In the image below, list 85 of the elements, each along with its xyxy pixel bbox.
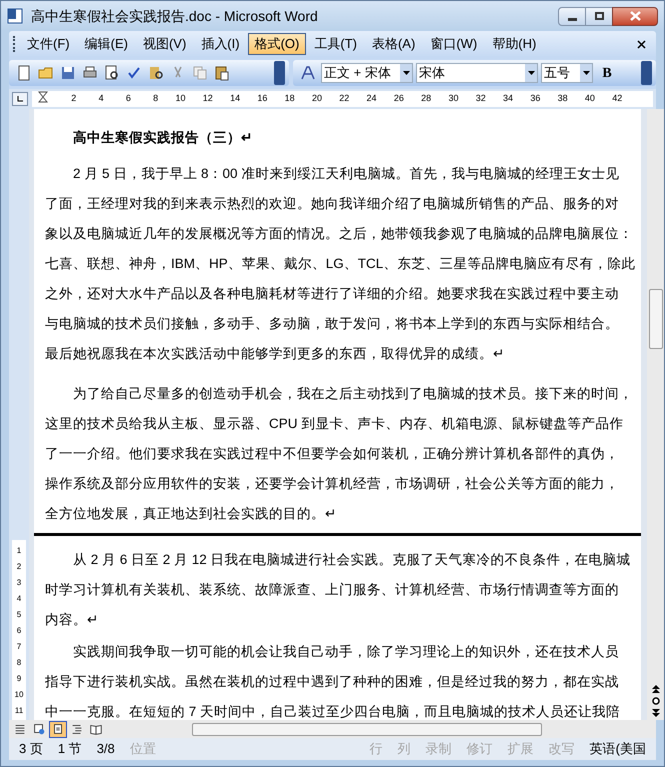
ruler-number: 11 xyxy=(14,705,24,717)
ruler-number: 2 xyxy=(16,561,22,573)
ruler-number: 42 xyxy=(611,92,624,106)
ruler-number: 36 xyxy=(529,92,542,106)
bold-button[interactable]: B xyxy=(596,63,618,83)
status-item: 列 xyxy=(396,740,412,758)
status-item: 行 xyxy=(368,740,384,758)
paragraph: 从 2 月 6 日至 2 月 12 日我在电脑城进行社会实践。克服了天气寒冷的不良条件，在电脑城 时学习计算机有关装机、装系统、故障派查、上门服务、计算机经营、市场行情调查等方面的 内容。↵ xyxy=(45,551,632,629)
status-item: 3/8 xyxy=(96,740,116,758)
ruler-number: 5 xyxy=(16,609,22,621)
ruler-number: 14 xyxy=(229,92,242,106)
ruler-number: 6 xyxy=(124,92,132,106)
ruler-number: 1 xyxy=(16,545,22,557)
close-icon[interactable] xyxy=(637,40,646,48)
status-item: 录制 xyxy=(424,740,453,758)
ruler-number: 18 xyxy=(284,92,296,106)
menu-item[interactable]: 表格(A) xyxy=(364,33,422,55)
style-dropdown[interactable]: 正文 + 宋体 xyxy=(321,63,413,83)
browse-object-icon[interactable] xyxy=(652,697,660,705)
status-item: 英语(美国 xyxy=(588,740,647,758)
web-view-icon xyxy=(32,722,46,736)
status-item: 修订 xyxy=(466,740,494,758)
ruler-number: 8 xyxy=(152,92,160,106)
ruler-number: 4 xyxy=(98,92,105,106)
window-title: 高中生寒假社会实践报告.doc - Microsoft Word xyxy=(31,6,318,26)
ruler-number: 3 xyxy=(16,577,22,589)
tab-stop-icon xyxy=(16,95,24,103)
ruler-number: 8 xyxy=(16,657,22,669)
menu-item[interactable]: 编辑(E) xyxy=(78,33,135,55)
ruler-number: 40 xyxy=(584,92,596,106)
vertical-scrollbar[interactable] xyxy=(647,109,664,720)
ruler-number: 22 xyxy=(338,92,350,106)
caret-icon xyxy=(528,71,534,75)
ruler-number: 30 xyxy=(447,92,460,106)
normal-view-icon xyxy=(13,722,27,736)
document-icon xyxy=(7,8,23,24)
tab-selector-button[interactable] xyxy=(12,92,28,106)
reading-view-icon xyxy=(89,722,103,736)
ruler-number: 6 xyxy=(16,625,22,637)
menu-item[interactable]: 格式(O) xyxy=(248,33,306,55)
minimize-button[interactable] xyxy=(558,6,586,26)
ruler-number: 2 xyxy=(70,92,78,106)
ruler-number: 34 xyxy=(502,92,514,106)
status-item: 位置 xyxy=(128,740,157,758)
ruler-number: 24 xyxy=(366,92,378,106)
menu-item[interactable]: 插入(I) xyxy=(194,33,247,55)
print-view-button[interactable] xyxy=(49,720,67,738)
paragraph: 实践期间我争取一切可能的机会让我自己动手，除了学习理论上的知识外，还在技术人员 指导下进行装机实战。虽然在装机的过程中遇到了种种的困难，但是经过我的努力，都在实战 中一一克服。在短短的 7 天时间中，自己装过至少四台电脑，而且电脑城的技术人员还让我陪 xyxy=(45,643,622,721)
ruler-number: 10 xyxy=(14,689,24,701)
ruler-number: 32 xyxy=(474,92,487,106)
ruler-number: 26 xyxy=(392,92,405,106)
status-item: 改写 xyxy=(548,740,576,758)
ruler-number: 20 xyxy=(310,92,323,106)
maximize-button[interactable] xyxy=(586,6,612,26)
ruler-number: 9 xyxy=(16,673,22,685)
caret-icon xyxy=(582,71,590,75)
ruler-number: 7 xyxy=(16,641,22,653)
ruler-number: 16 xyxy=(256,92,268,106)
ruler-number: 28 xyxy=(420,92,432,106)
status-item: 3 页 xyxy=(18,740,44,758)
menu-item[interactable]: 文件(F) xyxy=(20,33,77,55)
status-item: 1 节 xyxy=(56,740,83,758)
next-page-icon[interactable] xyxy=(652,709,660,717)
paragraph: 2 月 5 日，我于早上 8：00 准时来到绥江天利电脑城。首先，我与电脑城的经理王女士见 了面，王经理对我的到来表示热烈的欢迎。她向我详细介绍了电脑城所销售的产品、服务的对 象以及电脑城近几年的发展概况等方面的情况。之后，她带领我参观了电脑城的品牌电脑展位： 七喜、联想、神舟，IBM、HP、苹果、戴尔、LG、TCL、东芝、三星等品牌电脑应有尽有，除此 之外，还对大水牛产品以及各种电脑耗材等进行了详细的介绍。她要求我在实践过程中要主动 与电脑城的技术员们接触，多动手、多动脑，敢于发问，将书本上学到的东西与实际相结合。 最后她祝愿我在本次实践活动中能够学到更多的东西，取得优异的成绩。↵ xyxy=(45,165,636,363)
close-icon xyxy=(630,11,640,21)
ruler-number: 12 xyxy=(202,92,214,106)
paragraph: 为了给自己尽量多的创造动手机会，我在之后主动找到了电脑城的技术员。接下来的时间， 这里的技术员给我从主板、显示器、CPU 到显卡、声卡、内存、机箱电源、鼠标键盘等产品作 了一一介绍。他们要求我在实践过程中不但要学会如何装机，正确分辨计算机各部件的真伪， 操作系统及部分应用软件的安装，还要学会计算机经营，市场调研，社会公关等方面的能力， 全方位地发展，真正地达到社会实践的目的。↵ xyxy=(45,385,634,523)
previous-page-icon[interactable] xyxy=(652,685,660,693)
font-dropdown[interactable]: 宋体 xyxy=(416,63,538,83)
status-item: 扩展 xyxy=(506,740,535,758)
print-view-icon xyxy=(51,722,65,736)
menu-item[interactable]: 窗口(W) xyxy=(423,33,484,55)
close-button[interactable] xyxy=(612,6,658,26)
menu-item[interactable]: 视图(V) xyxy=(136,33,194,55)
outline-view-icon xyxy=(70,722,84,736)
document-heading: 高中生寒假实践报告（三）↵ xyxy=(72,129,254,147)
scroll-thumb[interactable] xyxy=(649,289,664,349)
menu-item[interactable]: 帮助(H) xyxy=(485,33,544,55)
ruler-number: 38 xyxy=(556,92,569,106)
font-size-dropdown[interactable]: 五号 xyxy=(541,63,593,83)
scroll-thumb[interactable] xyxy=(192,722,542,736)
menu-item[interactable]: 工具(T) xyxy=(307,33,364,55)
ruler-number: 4 xyxy=(16,593,22,605)
ruler-number: 10 xyxy=(174,92,186,106)
caret-icon xyxy=(402,71,410,75)
